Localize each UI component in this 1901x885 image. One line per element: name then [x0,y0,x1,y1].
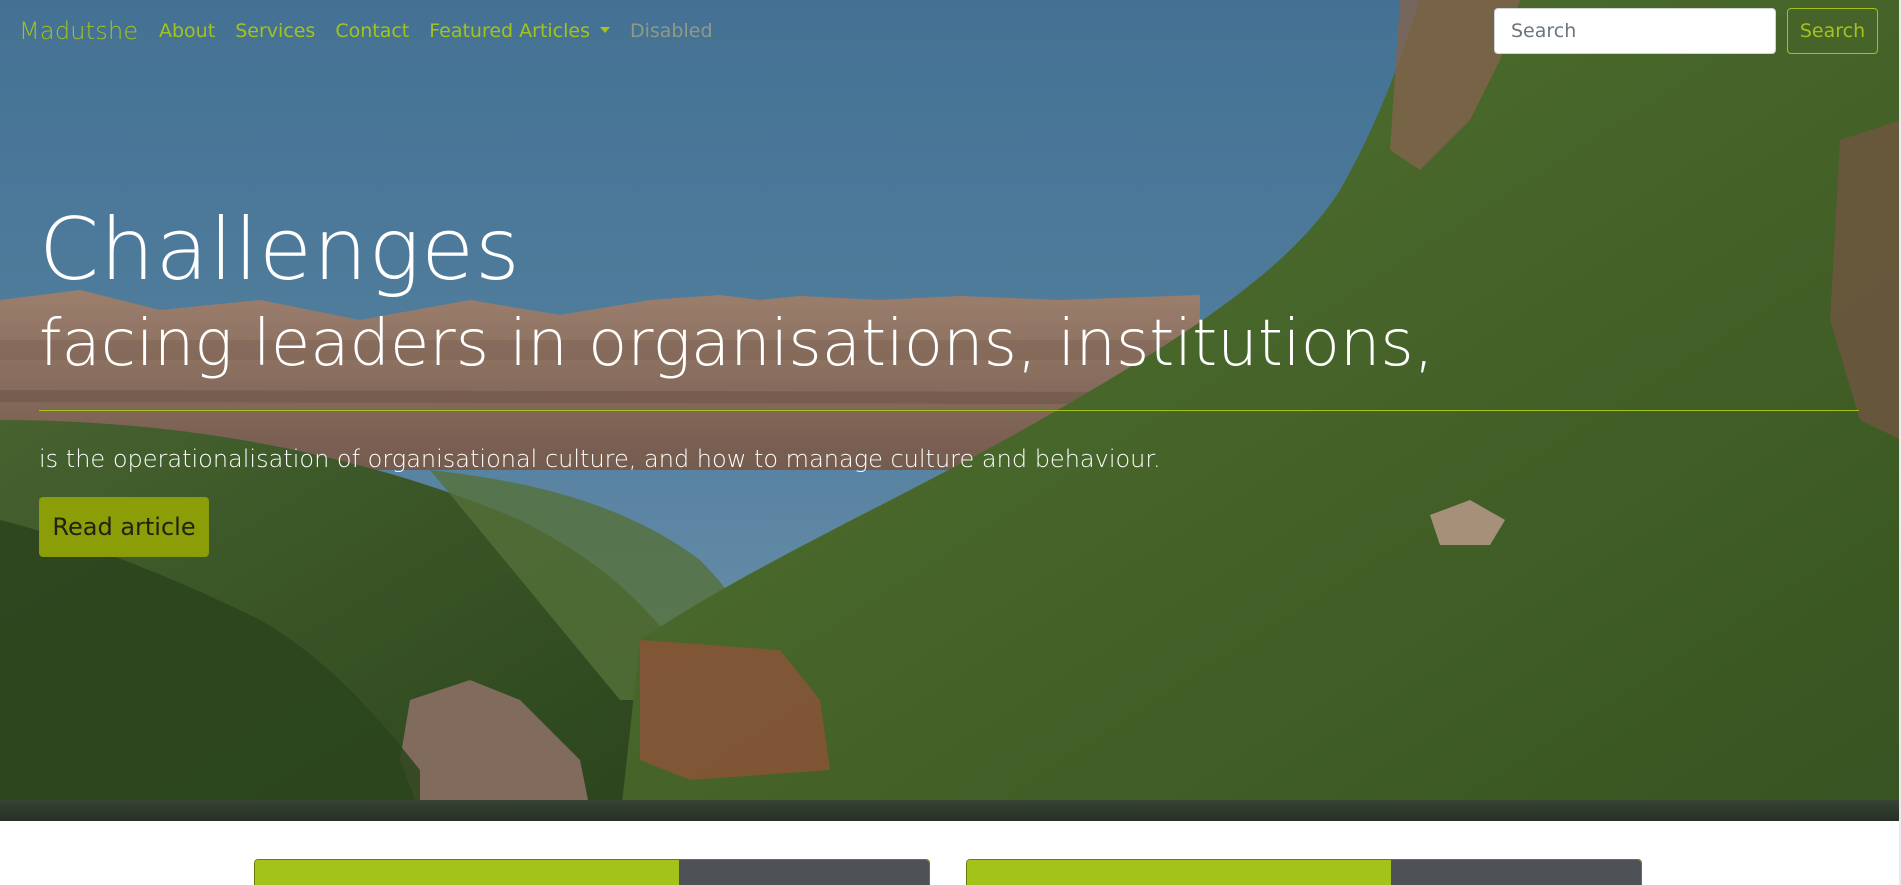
feature-card-dark-panel [679,860,929,885]
nav-dropdown-featured-articles[interactable]: Featured Articles [419,20,620,42]
feature-card [254,859,930,885]
top-navbar: Madutshe About Services Contact Featured… [0,0,1901,66]
feature-card-accent-panel [255,860,679,885]
chevron-down-icon [599,26,610,33]
nav-link-about[interactable]: About [159,20,225,42]
search-input[interactable] [1494,8,1776,54]
page: Madutshe About Services Contact Featured… [0,0,1901,885]
brand-logo-link[interactable]: Madutshe [19,17,138,45]
nav-link-services[interactable]: Services [225,20,325,42]
hero-lead-text: is the operationalisation of organisatio… [39,445,1161,473]
hero-section: Madutshe About Services Contact Featured… [0,0,1901,821]
search-button[interactable]: Search [1787,8,1878,54]
hero-title: Challenges [39,200,521,300]
feature-card-accent-panel [967,860,1391,885]
hero-divider [39,410,1859,411]
feature-card [966,859,1642,885]
read-article-button[interactable]: Read article [39,497,209,557]
nav-link-contact[interactable]: Contact [325,20,419,42]
feature-card-dark-panel [1391,860,1641,885]
nav-list: About Services Contact Featured Articles… [159,20,723,42]
nav-link-disabled: Disabled [629,20,713,42]
hero-content: Challenges facing leaders in organisatio… [39,200,1859,557]
nav-dropdown-label: Featured Articles [429,20,590,42]
hero-subtitle: facing leaders in organisations, institu… [39,307,1435,381]
